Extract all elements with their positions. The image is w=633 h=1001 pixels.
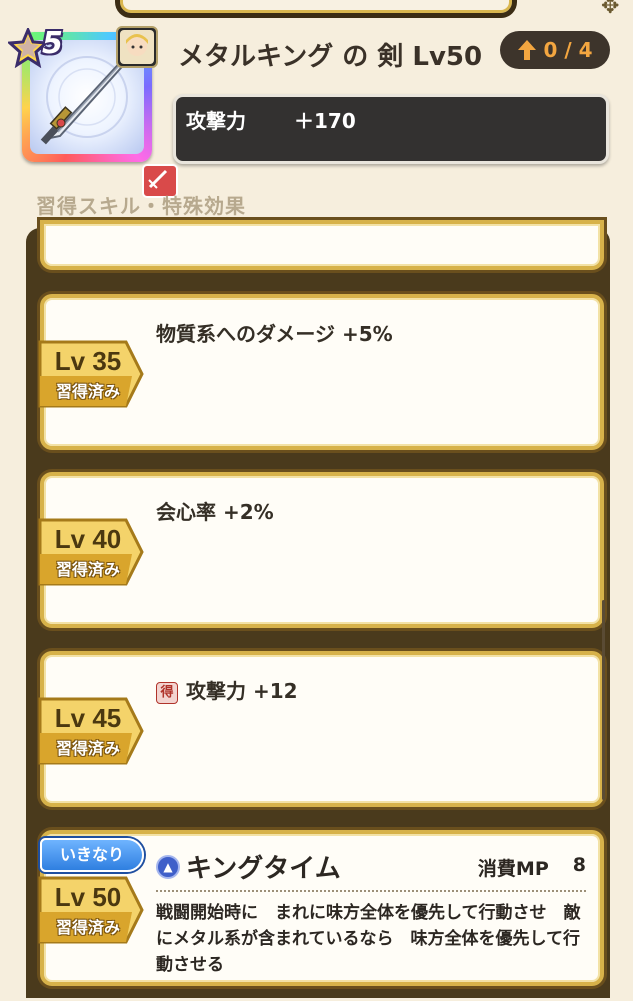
level-badge: Lv 35 習得済み: [36, 338, 144, 410]
skill-name: キングタイム: [186, 854, 341, 884]
list-item: [40, 220, 604, 270]
ikinari-tag: いきなり: [40, 838, 144, 872]
rarity-count: 5: [42, 26, 63, 61]
effect-text: 攻撃力 +12: [186, 679, 298, 703]
section-label: 習得スキル・特殊効果: [36, 194, 246, 218]
obtain-tag-icon: 得: [156, 681, 178, 704]
skill-type-icon: ▲: [156, 854, 180, 879]
upgrade-button[interactable]: 0 / 4: [500, 31, 610, 69]
corner-ornament-icon: ✥: [601, 0, 620, 19]
stat-value: ＋170: [294, 109, 356, 133]
header-frame: [115, 0, 517, 18]
character-avatar: [116, 26, 158, 68]
stat-label: 攻撃力: [186, 109, 246, 133]
mp-value: 8: [572, 854, 586, 876]
level-badge: Lv 50 習得済み: [36, 874, 144, 946]
arrow-up-icon: [518, 40, 537, 60]
level-badge: Lv 40 習得済み: [36, 516, 144, 588]
stat-box: 攻撃力 ＋170: [173, 94, 609, 164]
level-badge: Lv 45 習得済み: [36, 695, 144, 767]
scrollbar[interactable]: [602, 600, 605, 800]
divider: [156, 890, 586, 892]
upgrade-count: 0 / 4: [543, 38, 593, 62]
effect-text: 会心率 +2%: [156, 500, 274, 524]
item-title: メタルキング の 剣 Lv50: [178, 42, 483, 72]
effect-text: 物質系へのダメージ +5%: [156, 322, 393, 346]
skill-description: 戦闘開始時に まれに味方全体を優先して行動させ 敵にメタル系が含まれているなら …: [156, 903, 581, 975]
mp-label: 消費MP: [477, 858, 549, 880]
